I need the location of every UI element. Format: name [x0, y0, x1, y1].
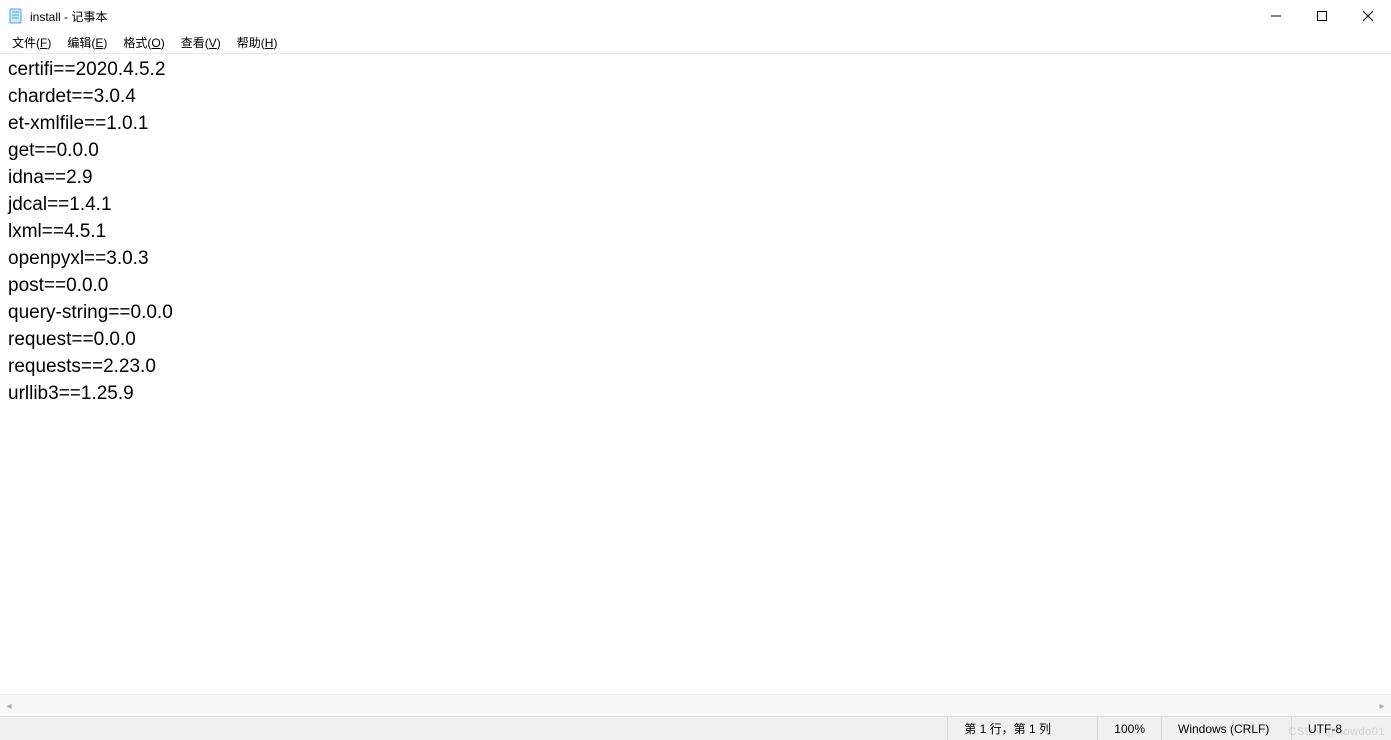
- status-encoding: UTF-8 CSDN @howdo01: [1291, 717, 1391, 740]
- status-cursor-position: 第 1 行，第 1 列: [947, 717, 1097, 740]
- menu-help[interactable]: 帮助(H): [231, 32, 284, 53]
- titlebar-left: install - 记事本: [8, 8, 107, 25]
- maximize-button[interactable]: [1299, 0, 1345, 32]
- menu-view[interactable]: 查看(V): [175, 32, 227, 53]
- menubar: 文件(F) 编辑(E) 格式(O) 查看(V) 帮助(H): [0, 32, 1391, 54]
- horizontal-scrollbar[interactable]: ◂ ▸: [0, 694, 1391, 716]
- scroll-right-arrow-icon: ▸: [1373, 695, 1391, 717]
- notepad-icon: [8, 8, 24, 24]
- statusbar: 第 1 行，第 1 列 100% Windows (CRLF) UTF-8 CS…: [0, 716, 1391, 740]
- window-title: install - 记事本: [30, 8, 107, 25]
- editor-container: certifi==2020.4.5.2 chardet==3.0.4 et-xm…: [0, 54, 1391, 694]
- menu-format[interactable]: 格式(O): [117, 32, 170, 53]
- window-controls: [1253, 0, 1391, 32]
- text-editor[interactable]: certifi==2020.4.5.2 chardet==3.0.4 et-xm…: [0, 54, 1391, 694]
- status-line-ending: Windows (CRLF): [1161, 717, 1291, 740]
- close-button[interactable]: [1345, 0, 1391, 32]
- minimize-button[interactable]: [1253, 0, 1299, 32]
- scroll-left-arrow-icon: ◂: [0, 695, 18, 717]
- status-zoom: 100%: [1097, 717, 1161, 740]
- window-titlebar: install - 记事本: [0, 0, 1391, 32]
- menu-edit[interactable]: 编辑(E): [61, 32, 113, 53]
- menu-file[interactable]: 文件(F): [6, 32, 57, 53]
- status-encoding-label: UTF-8: [1308, 722, 1342, 736]
